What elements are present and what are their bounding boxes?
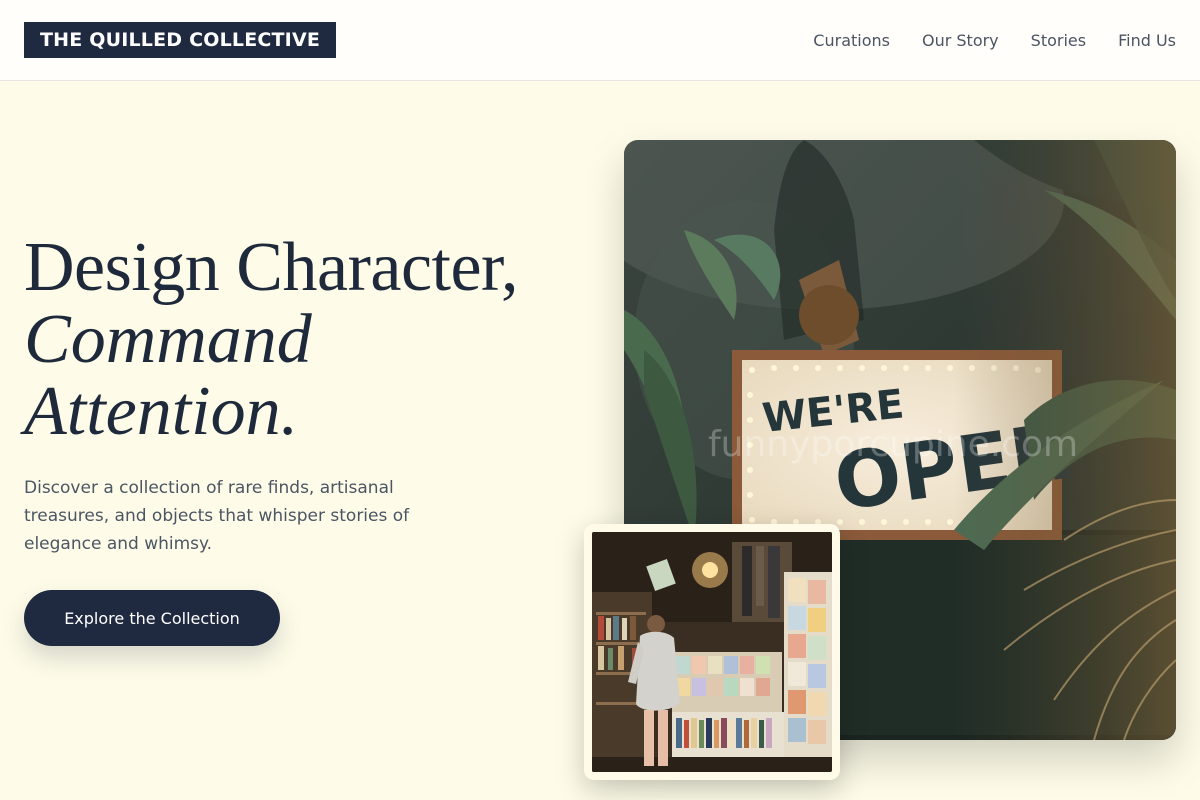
nav-link-find-us[interactable]: Find Us (1118, 31, 1176, 50)
explore-collection-button[interactable]: Explore the Collection (24, 590, 280, 646)
brand-logo[interactable]: THE QUILLED COLLECTIVE (24, 22, 337, 58)
hero-title-line3: Attention. (24, 373, 299, 450)
hero-description: Discover a collection of rare finds, art… (24, 478, 410, 554)
main-nav: Curations Our Story Stories Find Us (813, 0, 1176, 80)
top-navigation-bar: THE QUILLED COLLECTIVE Curations Our Sto… (0, 0, 1200, 81)
hero-title-line1: Design Character, (24, 229, 519, 306)
nav-link-our-story[interactable]: Our Story (922, 31, 999, 50)
nav-link-stories[interactable]: Stories (1031, 31, 1086, 50)
nav-link-curations[interactable]: Curations (813, 31, 890, 50)
hero-title-line2: Command (24, 301, 312, 378)
watermark-text: funnyporcupine.com (708, 424, 1078, 465)
hero-title: Design Character, Command Attention. (24, 232, 604, 448)
bookshop-interior-photo (584, 524, 840, 780)
